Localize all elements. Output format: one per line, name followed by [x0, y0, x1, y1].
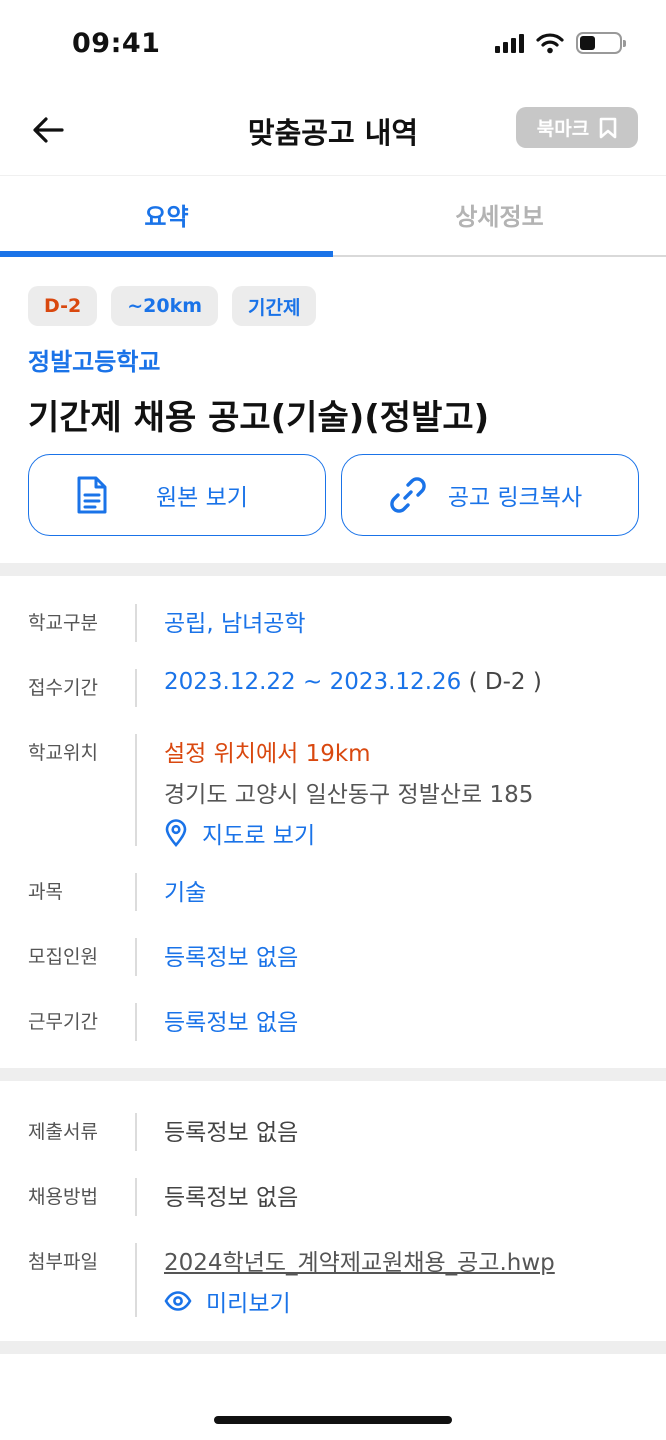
- view-map-link[interactable]: 지도로 보기: [164, 816, 533, 850]
- location-distance: 설정 위치에서 19km: [164, 741, 371, 767]
- subject-label: 과목: [28, 881, 63, 903]
- row-separator: [135, 1113, 137, 1151]
- location-address: 경기도 고양시 일산동구 정발산로 185: [164, 782, 534, 808]
- application-period-label: 접수기간: [28, 677, 98, 699]
- tab-summary[interactable]: 요약: [0, 177, 333, 257]
- location-value: 설정 위치에서 19km 경기도 고양시 일산동구 정발산로 185 지도로 보…: [164, 734, 533, 850]
- submission-docs-label: 제출서류: [28, 1121, 98, 1143]
- application-period-value: 2023.12.22 ~ 2023.12.26 ( D-2 ): [164, 669, 542, 695]
- status-bar: 09:41: [0, 0, 666, 90]
- employment-type-chip: 기간제: [232, 286, 317, 326]
- post-title: 기간제 채용 공고(기술)(정발고): [28, 398, 490, 438]
- tab-details[interactable]: 상세정보: [333, 177, 666, 255]
- row-separator: [135, 938, 137, 976]
- map-pin-icon: [165, 819, 187, 847]
- work-period-value: 등록정보 없음: [164, 1010, 299, 1036]
- document-icon: [77, 476, 107, 514]
- chip-list: D-2 ~20km 기간제: [28, 286, 317, 326]
- bookmark-button[interactable]: 북마크: [516, 107, 638, 148]
- row-separator: [135, 873, 137, 911]
- attachment-label: 첨부파일: [28, 1251, 98, 1273]
- tab-bar: 요약 상세정보: [0, 177, 666, 257]
- dday-chip: D-2: [28, 286, 98, 326]
- preview-label: 미리보기: [206, 1291, 291, 1317]
- row-separator: [135, 1003, 137, 1041]
- attachment-value: 2024학년도_계약제교원채용_공고.hwp 미리보기: [164, 1243, 555, 1318]
- application-dday: ( D-2 ): [468, 669, 542, 695]
- status-time: 09:41: [72, 28, 161, 59]
- link-icon: [390, 477, 426, 513]
- view-original-button[interactable]: 원본 보기: [28, 454, 326, 536]
- bookmark-icon: [599, 117, 617, 138]
- eye-icon: [164, 1291, 192, 1311]
- recruit-count-value: 등록정보 없음: [164, 945, 299, 971]
- application-dates: 2023.12.22 ~ 2023.12.26: [164, 669, 462, 695]
- subject-value: 기술: [164, 880, 207, 906]
- status-icons: [495, 32, 626, 54]
- hiring-method-value: 등록정보 없음: [164, 1185, 299, 1211]
- bookmark-label: 북마크: [536, 118, 590, 140]
- preview-link[interactable]: 미리보기: [164, 1284, 555, 1318]
- battery-icon: [576, 32, 626, 54]
- section-divider: [0, 1341, 666, 1354]
- section-divider: [0, 563, 666, 576]
- recruit-count-label: 모집인원: [28, 946, 98, 968]
- wifi-icon: [536, 33, 564, 54]
- view-map-label: 지도로 보기: [202, 823, 316, 849]
- copy-link-button[interactable]: 공고 링크복사: [341, 454, 639, 536]
- row-separator: [135, 604, 137, 642]
- hiring-method-label: 채용방법: [28, 1186, 98, 1208]
- signal-icon: [495, 33, 524, 53]
- section-divider: [0, 1068, 666, 1081]
- submission-docs-value: 등록정보 없음: [164, 1120, 299, 1146]
- header: 맞춤공고 내역 북마크: [0, 90, 666, 176]
- row-separator: [135, 669, 137, 707]
- school-type-value: 공립, 남녀공학: [164, 611, 306, 637]
- attachment-file-link[interactable]: 2024학년도_계약제교원채용_공고.hwp: [164, 1243, 555, 1277]
- row-separator: [135, 1178, 137, 1216]
- school-type-label: 학교구분: [28, 612, 98, 634]
- copy-link-label: 공고 링크복사: [447, 485, 583, 511]
- view-original-label: 원본 보기: [156, 485, 248, 511]
- location-label: 학교위치: [28, 742, 98, 764]
- distance-chip: ~20km: [111, 286, 219, 326]
- home-indicator: [214, 1416, 452, 1424]
- school-name: 정발고등학교: [28, 348, 161, 376]
- work-period-label: 근무기간: [28, 1011, 98, 1033]
- row-separator: [135, 1243, 137, 1317]
- row-separator: [135, 734, 137, 846]
